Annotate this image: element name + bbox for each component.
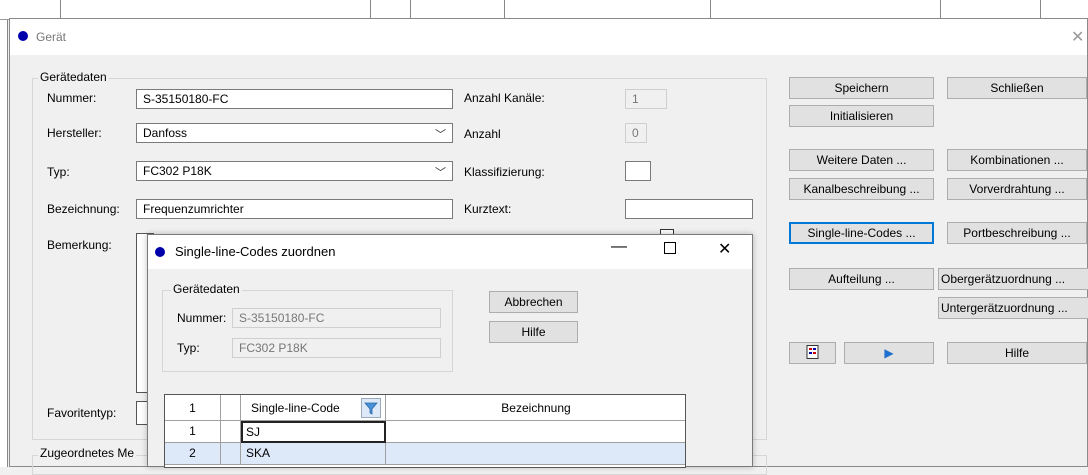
aufteilung-button[interactable]: Aufteilung ...: [789, 268, 934, 290]
kanalbeschreibung-button[interactable]: Kanalbeschreibung ...: [789, 178, 934, 200]
zugeordnetes-legend: Zugeordnetes Me: [38, 446, 137, 460]
nummer-field[interactable]: S-35150180-FC: [136, 89, 453, 109]
sub-nummer-field: S-35150180-FC: [232, 308, 441, 328]
bg-divider: [1040, 0, 1041, 20]
sub-title: Single-line-Codes zuordnen: [175, 244, 336, 259]
background-app-strip: [0, 0, 1088, 20]
single-line-codes-dialog: Single-line-Codes zuordnen — ✕ Gerätedat…: [147, 234, 753, 468]
maximize-icon[interactable]: [664, 242, 676, 254]
sub-nummer-label: Nummer:: [177, 311, 227, 325]
chevron-down-icon[interactable]: ﹀: [435, 126, 446, 142]
grid-header-bezeichnung[interactable]: Bezeichnung: [386, 395, 685, 421]
sub-title-bar: Single-line-Codes zuordnen — ✕: [148, 235, 752, 269]
grid-row-index[interactable]: 1: [165, 421, 221, 443]
close-icon[interactable]: ✕: [1071, 27, 1084, 47]
hilfe-button[interactable]: Hilfe: [947, 342, 1087, 364]
typ-label: Typ:: [47, 165, 70, 179]
bg-divider: [940, 0, 941, 20]
untergeraet-button[interactable]: Untergerätzuordnung ...: [938, 297, 1088, 319]
grid-marker-column-header: [221, 395, 241, 421]
grid-cell-code[interactable]: SJ: [241, 421, 386, 443]
grid-cell-code[interactable]: SKA: [241, 443, 386, 465]
sub-typ-field: FC302 P18K: [232, 338, 441, 358]
obergeraet-button[interactable]: Obergerätzuordnung ...: [938, 268, 1088, 290]
bezeichnung-label: Bezeichnung:: [47, 202, 120, 216]
next-button[interactable]: ▶: [844, 342, 934, 364]
grid-corner: 1: [165, 395, 221, 421]
geraet-title: Gerät: [36, 30, 67, 44]
bemerkung-label: Bemerkung:: [47, 238, 112, 252]
chevron-down-icon[interactable]: ﹀: [435, 164, 446, 180]
vorverdrahtung-button[interactable]: Vorverdrahtung ...: [947, 178, 1087, 200]
kurztext-label: Kurztext:: [464, 202, 512, 216]
grid-header-code[interactable]: Single-line-Code: [241, 395, 386, 421]
sub-typ-label: Typ:: [177, 341, 200, 355]
bg-divider: [710, 0, 711, 20]
app-dot-icon: [155, 247, 165, 257]
abbrechen-button[interactable]: Abbrechen: [489, 291, 578, 313]
portbeschreibung-button[interactable]: Portbeschreibung ...: [947, 222, 1087, 244]
anzahl-field: 0: [625, 123, 647, 143]
sub-hilfe-button[interactable]: Hilfe: [489, 321, 578, 343]
bg-divider: [410, 0, 411, 20]
hersteller-label: Hersteller:: [47, 126, 102, 140]
bg-divider: [504, 0, 505, 20]
klassifizierung-field[interactable]: [625, 161, 651, 181]
play-arrow-icon: ▶: [884, 346, 894, 360]
kurztext-field[interactable]: [625, 199, 753, 219]
grid-row-index[interactable]: 2: [165, 443, 221, 465]
hersteller-value: Danfoss: [143, 126, 188, 140]
geraetedaten-legend: Gerätedaten: [38, 70, 109, 84]
bezeichnung-field[interactable]: Frequenzumrichter: [136, 199, 453, 219]
favoritentyp-label: Favoritentyp:: [47, 406, 117, 420]
sub-geraetedaten-group: [162, 290, 453, 372]
schliessen-button[interactable]: Schließen: [947, 77, 1087, 99]
grid-row-marker: [221, 443, 241, 465]
minimize-icon[interactable]: —: [611, 238, 627, 256]
bg-divider: [60, 0, 61, 20]
report-icon-button[interactable]: [789, 342, 836, 364]
anzahl-kanaele-field: 1: [625, 89, 667, 109]
single-line-codes-grid: 1 Single-line-Code Bezeichnung 1 SJ 2 SK…: [164, 394, 686, 468]
grid-cell-bezeichnung[interactable]: [386, 443, 685, 465]
single-line-codes-button[interactable]: Single-line-Codes ...: [789, 222, 934, 244]
background-app-edge: [0, 20, 8, 467]
anzahl-kanaele-label: Anzahl Kanäle:: [464, 91, 545, 105]
hersteller-combo[interactable]: Danfoss ﹀: [136, 123, 453, 143]
close-icon[interactable]: ✕: [718, 239, 731, 259]
typ-combo[interactable]: FC302 P18K ﹀: [136, 161, 453, 181]
grid-header-code-label: Single-line-Code: [251, 401, 340, 415]
kombinationen-button[interactable]: Kombinationen ...: [947, 149, 1087, 171]
anzahl-label: Anzahl: [464, 127, 501, 141]
geraet-title-bar: Gerät ✕: [10, 19, 1087, 55]
sub-geraetedaten-legend: Gerätedaten: [171, 282, 242, 296]
speichern-button[interactable]: Speichern: [789, 77, 934, 99]
report-icon: [806, 345, 818, 359]
weitere-daten-button[interactable]: Weitere Daten ...: [789, 149, 934, 171]
klassifizierung-label: Klassifizierung:: [464, 165, 545, 179]
initialisieren-button[interactable]: Initialisieren: [789, 105, 934, 127]
bg-divider: [370, 0, 371, 20]
grid-row-marker: [221, 421, 241, 443]
typ-value: FC302 P18K: [143, 164, 212, 178]
app-dot-icon: [18, 31, 28, 41]
grid-cell-bezeichnung[interactable]: [386, 421, 685, 443]
nummer-label: Nummer:: [47, 91, 97, 105]
